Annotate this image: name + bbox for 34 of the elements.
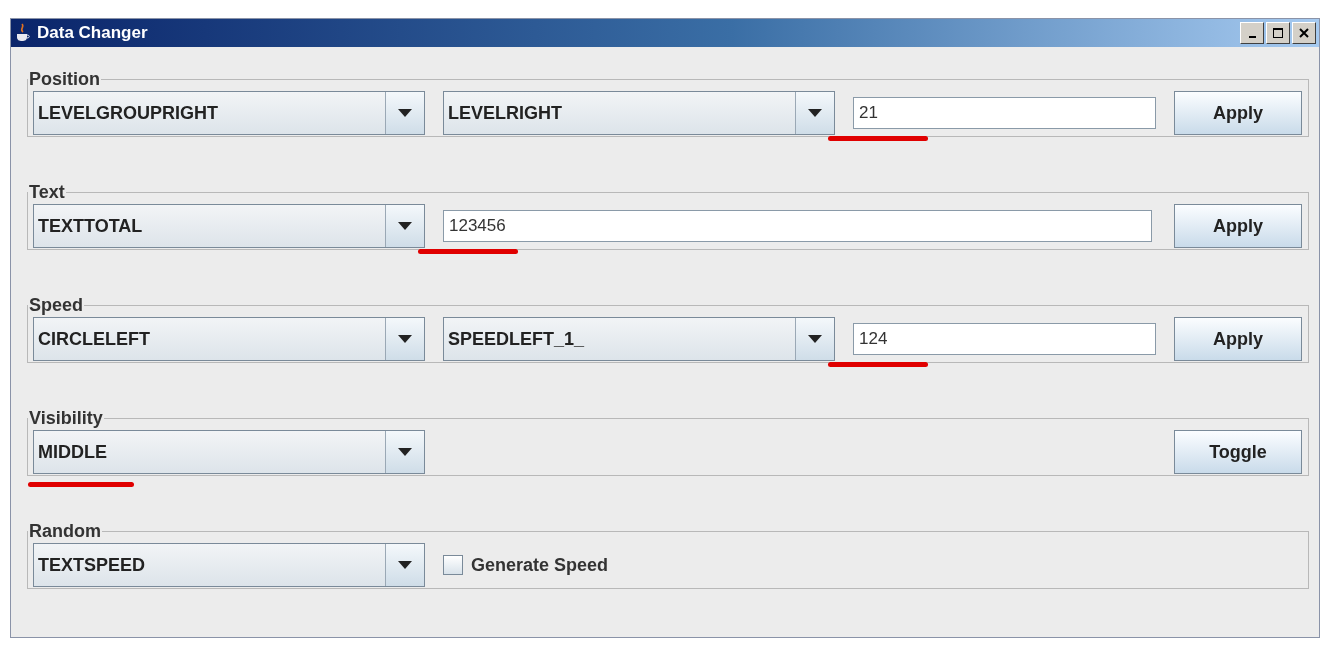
java-cup-icon [15,23,31,43]
close-icon [1298,27,1310,39]
group-title: Random [28,521,102,542]
minimize-button[interactable] [1240,22,1264,44]
input-field[interactable]: 124 [853,323,1156,355]
dropdown[interactable]: TEXTTOTAL [33,204,425,248]
dropdown[interactable]: SPEEDLEFT_1_ [443,317,835,361]
caret-icon [398,448,412,456]
checkbox[interactable]: Generate Speed [443,554,609,576]
caret-icon [398,109,412,117]
input-field[interactable]: 123456 [443,210,1152,242]
caret-icon [398,561,412,569]
dropdown[interactable]: LEVELRIGHT [443,91,835,135]
dropdown[interactable]: LEVELGROUPRIGHT [33,91,425,135]
group-title: Text [28,182,66,203]
group-title: Position [28,69,101,90]
caret-icon [398,335,412,343]
caret-icon [808,109,822,117]
maximize-icon [1272,27,1284,39]
action-button[interactable]: Toggle [1174,430,1302,474]
caret-icon [398,222,412,230]
input-field[interactable]: 21 [853,97,1156,129]
window-title: Data Changer [37,23,149,43]
action-button[interactable]: Apply [1174,317,1302,361]
group-title: Speed [28,295,85,316]
maximize-button[interactable] [1266,22,1290,44]
caret-icon [808,335,822,343]
action-button[interactable]: Apply [1174,91,1302,135]
close-button[interactable] [1292,22,1316,44]
minimize-icon [1248,36,1256,38]
group-title: Visibility [28,408,104,429]
action-button[interactable]: Apply [1174,204,1302,248]
dropdown[interactable]: TEXTSPEED [33,543,425,587]
dropdown[interactable]: CIRCLELEFT [33,317,425,361]
